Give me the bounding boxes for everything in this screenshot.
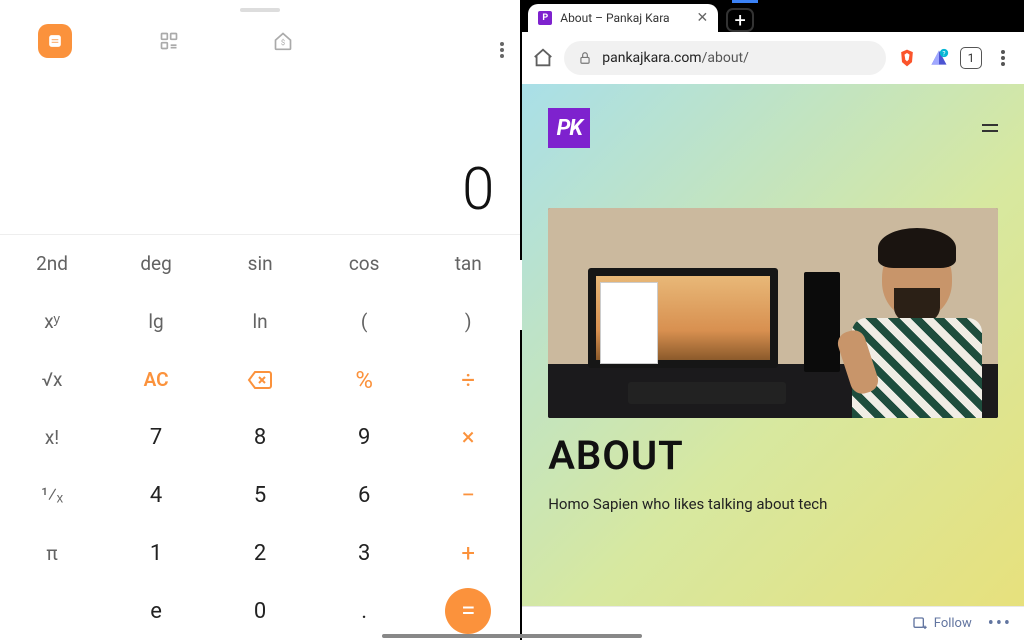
key-equals[interactable]: = — [416, 582, 520, 640]
browser-overflow-menu[interactable] — [992, 47, 1014, 69]
key-deg[interactable]: deg — [104, 235, 208, 293]
site-header: PK — [548, 108, 998, 148]
follow-icon — [912, 616, 928, 632]
tab-accent — [732, 0, 758, 3]
svg-text:$: $ — [281, 38, 285, 47]
key-plus[interactable]: + — [416, 524, 520, 582]
key-percent[interactable]: % — [312, 351, 416, 409]
key-2nd[interactable]: 2nd — [0, 235, 104, 293]
calculator-app: $ 0 2nd deg sin cos tan xʸ lg ln ( ) √x … — [0, 0, 522, 640]
key-backspace[interactable] — [208, 351, 312, 409]
key-e[interactable]: e — [104, 582, 208, 640]
key-ac[interactable]: AC — [104, 351, 208, 409]
key-7[interactable]: 7 — [104, 409, 208, 467]
lock-icon — [578, 51, 592, 65]
key-factorial[interactable]: x! — [0, 409, 104, 467]
url-bar[interactable]: pankajkara.com/about/ — [564, 41, 886, 75]
key-3[interactable]: 3 — [312, 524, 416, 582]
key-sin[interactable]: sin — [208, 235, 312, 293]
site-menu-button[interactable] — [982, 124, 998, 132]
key-multiply[interactable]: × — [416, 409, 520, 467]
key-2[interactable]: 2 — [208, 524, 312, 582]
key-ln[interactable]: ln — [208, 293, 312, 351]
tab-strip: P About – Pankaj Kara ✕ + — [522, 0, 1024, 32]
hero-image — [548, 208, 998, 418]
home-indicator[interactable] — [382, 634, 642, 638]
favicon-icon: P — [538, 11, 552, 25]
key-xy[interactable]: xʸ — [0, 293, 104, 351]
key-4[interactable]: 4 — [104, 466, 208, 524]
key-9[interactable]: 9 — [312, 409, 416, 467]
key-lparen[interactable]: ( — [312, 293, 416, 351]
key-0[interactable]: 0 — [208, 582, 312, 640]
page-heading: ABOUT — [548, 432, 998, 479]
key-5[interactable]: 5 — [208, 466, 312, 524]
key-6[interactable]: 6 — [312, 466, 416, 524]
key-tan[interactable]: tan — [416, 235, 520, 293]
page-tagline: Homo Sapien who likes talking about tech — [548, 495, 998, 513]
calc-overflow-menu[interactable] — [500, 42, 504, 62]
page-viewport[interactable]: PK ABOUT Homo Sapien who likes talking a… — [522, 84, 1024, 640]
follow-label: Follow — [934, 616, 972, 631]
rewards-icon[interactable]: ? — [928, 47, 950, 69]
url-text: pankajkara.com/about/ — [602, 50, 749, 66]
tab-count-button[interactable]: 1 — [960, 47, 982, 69]
calc-display: 0 — [0, 156, 520, 234]
calc-tabbar: $ — [0, 14, 520, 66]
toolbar: pankajkara.com/about/ ? 1 — [522, 32, 1024, 84]
tab-currency[interactable]: $ — [266, 24, 300, 58]
footer-more-button[interactable]: ••• — [988, 613, 1012, 634]
site-logo[interactable]: PK — [548, 108, 590, 148]
svg-text:?: ? — [942, 50, 945, 58]
new-tab-button[interactable]: + — [726, 8, 754, 32]
home-button[interactable] — [532, 47, 554, 69]
tab-converter[interactable] — [152, 24, 186, 58]
key-divide[interactable]: ÷ — [416, 351, 520, 409]
key-8[interactable]: 8 — [208, 409, 312, 467]
calc-keypad: 2nd deg sin cos tan xʸ lg ln ( ) √x AC %… — [0, 235, 520, 640]
close-tab-icon[interactable]: ✕ — [697, 10, 709, 26]
key-pi[interactable]: π — [0, 524, 104, 582]
drag-handle[interactable] — [240, 8, 280, 12]
key-sqrt[interactable]: √x — [0, 351, 104, 409]
browser-tab[interactable]: P About – Pankaj Kara ✕ — [528, 4, 718, 32]
follow-button[interactable]: Follow — [912, 616, 972, 632]
key-dot[interactable]: . — [312, 582, 416, 640]
key-lg[interactable]: lg — [104, 293, 208, 351]
tab-standard[interactable] — [38, 24, 72, 58]
brave-shields-icon[interactable] — [896, 47, 918, 69]
key-reciprocal[interactable]: ¹⁄ₓ — [0, 466, 104, 524]
key-rparen[interactable]: ) — [416, 293, 520, 351]
key-cos[interactable]: cos — [312, 235, 416, 293]
key-1[interactable]: 1 — [104, 524, 208, 582]
key-blank — [0, 582, 104, 640]
key-minus[interactable]: − — [416, 466, 520, 524]
browser-app: P About – Pankaj Kara ✕ + pankajkara.com… — [522, 0, 1024, 640]
tab-title: About – Pankaj Kara — [560, 11, 669, 25]
